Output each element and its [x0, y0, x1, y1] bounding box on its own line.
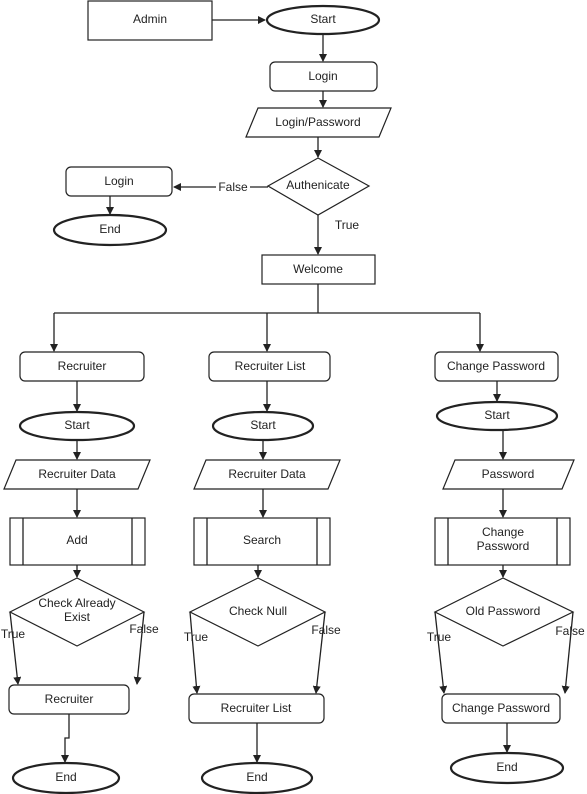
svg-text:Check Already: Check Already	[38, 596, 115, 610]
svg-text:Check Null: Check Null	[229, 604, 287, 618]
svg-text:Recruiter Data: Recruiter Data	[38, 467, 116, 481]
login-password-input: Login/Password	[245, 107, 392, 138]
start-node: Start	[265, 4, 381, 36]
svg-text:Login/Password: Login/Password	[275, 115, 360, 129]
svg-text:Change Password: Change Password	[452, 701, 550, 715]
svg-text:Admin: Admin	[133, 12, 167, 26]
fail-end-node: End	[52, 213, 168, 247]
svg-text:Change Password: Change Password	[447, 359, 545, 373]
svg-text:True: True	[427, 630, 452, 644]
svg-text:Recruiter List: Recruiter List	[221, 701, 292, 715]
svg-text:Password: Password	[482, 467, 535, 481]
recruiter-column: Recruiter Start Recruiter Data Add Check…	[1, 351, 159, 794]
branch-line	[54, 284, 480, 314]
svg-text:Start: Start	[250, 418, 276, 432]
svg-text:True: True	[184, 630, 209, 644]
svg-text:Search: Search	[243, 533, 281, 547]
svg-text:Add: Add	[66, 533, 87, 547]
svg-text:Start: Start	[64, 418, 90, 432]
svg-text:Recruiter List: Recruiter List	[235, 359, 306, 373]
svg-text:Login: Login	[104, 174, 133, 188]
true-label: True	[335, 218, 360, 232]
change-password-column: Change Password Start Password Change Pa…	[427, 351, 585, 785]
svg-text:Authenicate: Authenicate	[286, 178, 350, 192]
svg-text:Recruiter: Recruiter	[58, 359, 107, 373]
svg-text:End: End	[99, 222, 120, 236]
svg-text:Login: Login	[308, 69, 337, 83]
fail-login-node: Login	[65, 166, 173, 197]
flowchart: Admin Start Login Login/Password Autheni…	[1, 0, 585, 794]
svg-text:Welcome: Welcome	[293, 262, 343, 276]
svg-text:Recruiter Data: Recruiter Data	[228, 467, 306, 481]
authenticate-decision: Authenicate	[266, 157, 371, 216]
svg-text:End: End	[496, 760, 517, 774]
svg-text:Start: Start	[310, 12, 336, 26]
svg-text:Old Password: Old Password	[466, 604, 541, 618]
svg-text:End: End	[246, 770, 267, 784]
svg-text:Recruiter: Recruiter	[45, 692, 94, 706]
admin-node: Admin	[87, 0, 213, 41]
svg-text:Change: Change	[482, 525, 524, 539]
svg-text:False: False	[311, 623, 341, 637]
svg-text:Start: Start	[484, 408, 510, 422]
welcome-node: Welcome	[261, 254, 376, 285]
svg-text:End: End	[55, 770, 76, 784]
svg-text:Password: Password	[477, 539, 530, 553]
svg-text:False: False	[555, 624, 585, 638]
svg-text:True: True	[1, 627, 26, 641]
svg-text:Exist: Exist	[64, 610, 91, 624]
recruiter-list-column: Recruiter List Start Recruiter Data Sear…	[184, 351, 341, 794]
login-node: Login	[269, 61, 378, 92]
svg-text:False: False	[129, 622, 159, 636]
false-label: False	[218, 180, 248, 194]
